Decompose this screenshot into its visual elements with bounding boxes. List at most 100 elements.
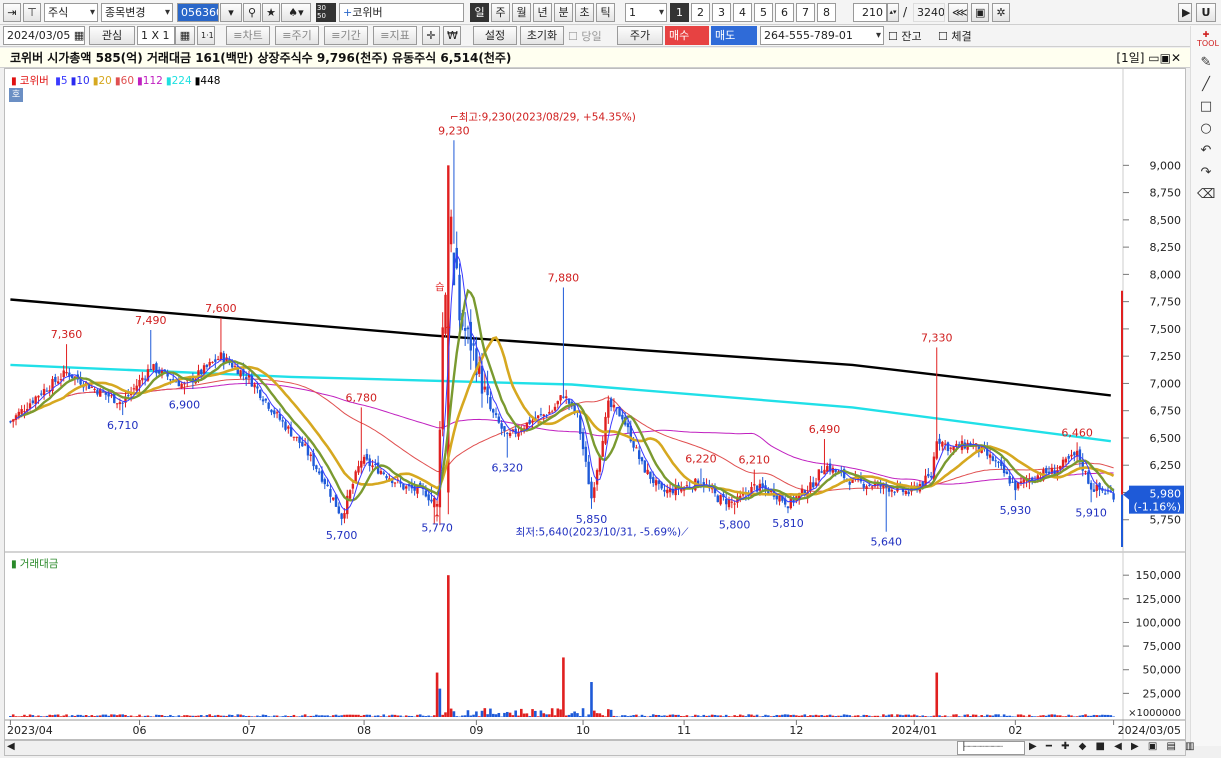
crosshair-icon[interactable]: ✛ (422, 26, 440, 45)
period-tab-5[interactable]: 초 (575, 3, 594, 22)
menu-3050-button[interactable]: 30 50 (316, 3, 336, 22)
eraser-icon[interactable]: ⌫ (1197, 186, 1215, 204)
page-tab-5[interactable]: 5 (754, 3, 773, 22)
minimize-icon[interactable]: ▭ (1148, 51, 1159, 65)
maximize-icon[interactable]: ▣ (1160, 51, 1171, 65)
u-button[interactable]: U (1196, 3, 1216, 22)
close-icon[interactable]: ✕ (1171, 51, 1181, 65)
grid-icon[interactable]: ▦ (175, 26, 195, 45)
page-tab-6[interactable]: 6 (775, 3, 794, 22)
chart-area[interactable]: 5,7506,0006,2506,5006,7507,0007,2507,500… (4, 68, 1186, 740)
stock-code-input[interactable]: 056360 (177, 3, 219, 22)
y-tick-label: 6,250 (1150, 459, 1182, 472)
volume-bar (315, 714, 318, 717)
code-dropdown-icon[interactable]: ▾ (220, 3, 242, 22)
panel-toggle-icon[interactable]: ▶ (1178, 3, 1192, 22)
candle-body (323, 479, 326, 485)
circle-icon[interactable]: ○ (1197, 120, 1215, 138)
volume-bar (657, 714, 661, 717)
change-stock-select[interactable]: 종목변경 (101, 3, 173, 22)
won-button[interactable]: ₩ (443, 26, 461, 45)
period-tab-0[interactable]: 일 (470, 3, 489, 22)
redo-icon[interactable]: ↷ (1197, 164, 1215, 182)
buy-button[interactable]: 매수 (665, 26, 709, 45)
page-tab-7[interactable]: 7 (796, 3, 815, 22)
settings-button[interactable]: 설정 (473, 26, 517, 45)
candle-body (719, 495, 722, 505)
save-icon[interactable]: ▣ (971, 3, 989, 22)
pencil-icon[interactable]: ✎ (1197, 54, 1215, 72)
legend-ma-20: ▮20 (92, 75, 112, 87)
candle-body (416, 485, 419, 494)
account-select[interactable]: 264-555-789-01 (760, 26, 884, 45)
page-tab-3[interactable]: 3 (712, 3, 731, 22)
y-tick-label: 7,750 (1150, 296, 1182, 309)
tool-menu-icon[interactable]: ✚ TOOL (1197, 30, 1219, 48)
watch-button[interactable]: 관심 (89, 26, 135, 45)
volume-bar (719, 715, 722, 717)
volume-bar (1084, 714, 1087, 717)
line-icon[interactable]: ╱ (1197, 76, 1215, 94)
page-tab-8[interactable]: 8 (817, 3, 836, 22)
period-button[interactable]: ≡주기 (275, 26, 319, 45)
pin-icon[interactable]: ⇥ (3, 3, 21, 22)
filled-checkbox[interactable]: ☐ 체결 (938, 28, 972, 44)
balance-label: 잔고 (901, 30, 922, 43)
volume-bar (1008, 715, 1012, 717)
candle-body (492, 409, 495, 413)
date-field[interactable]: 2024/03/05 ▦ (3, 26, 85, 45)
undo-icon[interactable]: ↶ (1197, 142, 1215, 160)
period-tab-2[interactable]: 월 (512, 3, 531, 22)
chart-svg[interactable]: 5,7506,0006,2506,5006,7507,0007,2507,500… (5, 69, 1185, 739)
volume-bar (635, 714, 638, 717)
count-input[interactable]: 210 (853, 3, 887, 22)
price-label: 5,700 (326, 529, 358, 542)
star-icon[interactable]: ★ (262, 3, 280, 22)
gear-icon[interactable]: ✲ (992, 3, 1010, 22)
sell-button[interactable]: 매도 (711, 26, 757, 45)
period-value-select[interactable]: 1 (625, 3, 667, 22)
candle-body (132, 388, 136, 390)
volume-bar (514, 710, 517, 717)
period-tab-1[interactable]: 주 (491, 3, 510, 22)
today-label: 당일 (581, 30, 602, 43)
stock-name-field[interactable]: +코위버 (339, 3, 464, 22)
page-tab-1[interactable]: 1 (670, 3, 689, 22)
scroll-left-icon[interactable]: ◀ (7, 741, 15, 752)
period-tab-4[interactable]: 분 (554, 3, 573, 22)
page-tab-2[interactable]: 2 (691, 3, 710, 22)
volume-bar (351, 714, 355, 717)
period-tab-3[interactable]: 년 (533, 3, 552, 22)
volume-bar (974, 714, 978, 717)
layout-select[interactable]: 1 X 1 (137, 26, 175, 45)
ho-button[interactable]: 호 (9, 88, 23, 102)
candle-body (121, 402, 124, 404)
spade-icon[interactable]: ♠▾ (281, 3, 311, 22)
indicator-button[interactable]: ≡지표 (373, 26, 417, 45)
bottom-scroll-bar[interactable]: ◀ ▕┈┈┈┈┈┈┈┈ ▶ ━ ✚ ◆ ■ ◀ ▶ ▣ ▤ ▥ (4, 740, 1195, 756)
candle-body (494, 413, 498, 416)
page-tab-4[interactable]: 4 (733, 3, 752, 22)
rectangle-icon[interactable]: □ (1197, 98, 1215, 116)
volume-bar (632, 715, 635, 717)
today-checkbox[interactable]: ☐ 당일 (568, 28, 602, 44)
market-select[interactable]: 주식 (44, 3, 98, 22)
balance-checkbox[interactable]: ☐ 잔고 (888, 28, 922, 44)
period-tab-6[interactable]: 틱 (596, 3, 615, 22)
range-button[interactable]: ≡기간 (324, 26, 368, 45)
volume-bar (11, 714, 15, 717)
calendar-icon[interactable]: ▦ (74, 29, 84, 42)
search-icon[interactable]: ⚲ (243, 3, 261, 22)
scroll-arrows-icon[interactable]: ⋘ (948, 3, 968, 22)
count-spinner-icon[interactable]: ▴▾ (887, 3, 899, 22)
top-pin-icon[interactable]: ⊤ (23, 3, 41, 22)
one-one-button[interactable]: 1·1 (197, 26, 215, 45)
candle-body (205, 364, 209, 367)
chart-button[interactable]: ≡차트 (226, 26, 270, 45)
zoom-controls[interactable]: ▶ ━ ✚ ◆ ■ ◀ ▶ ▣ ▤ ▥ (1029, 741, 1198, 752)
volume-bar (901, 715, 905, 717)
price-button[interactable]: 주가 (617, 26, 663, 45)
zoom-slider[interactable]: ▕┈┈┈┈┈┈┈┈ (957, 741, 1025, 755)
reset-button[interactable]: 초기화 (520, 26, 564, 45)
volume-bar (910, 715, 913, 717)
